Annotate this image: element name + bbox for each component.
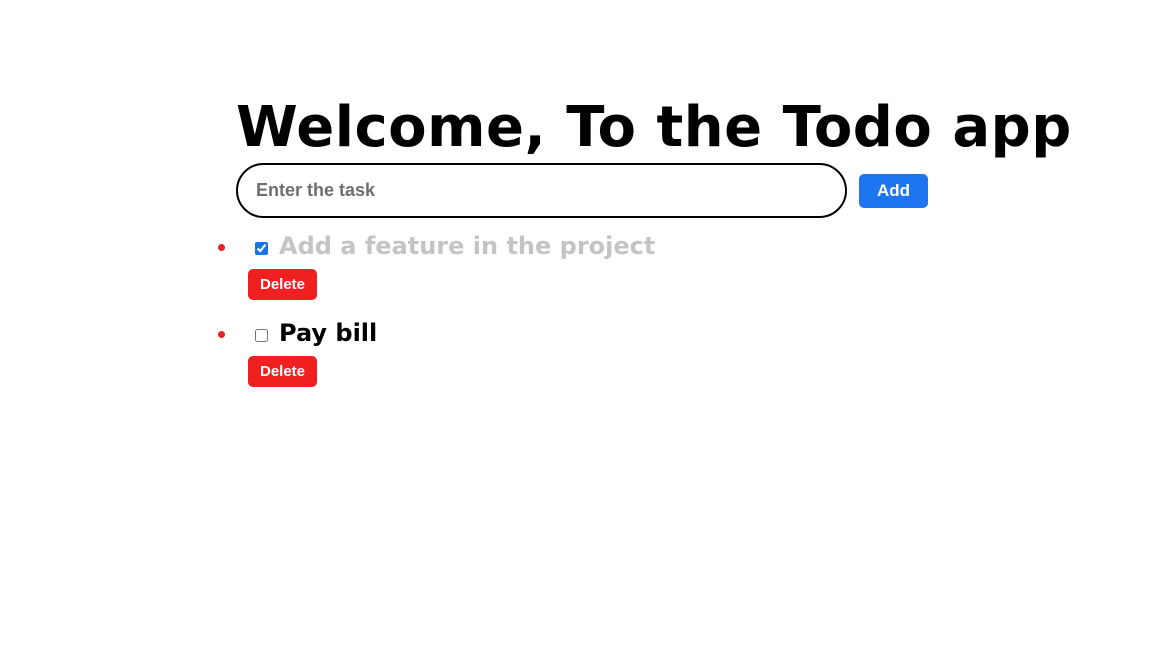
task-form: Add [236,163,928,218]
todo-checkbox[interactable] [255,329,268,342]
page-title: Welcome, To the Todo app [236,95,1072,160]
todo-text: Pay bill [279,319,378,347]
todo-checkbox[interactable] [255,242,268,255]
add-button[interactable]: Add [859,173,928,208]
delete-button[interactable]: Delete [248,356,317,387]
task-input[interactable] [236,163,847,218]
list-bullet-icon [218,244,225,251]
todo-text: Add a feature in the project [279,232,656,260]
list-bullet-icon [218,331,225,338]
delete-button[interactable]: Delete [248,269,317,300]
